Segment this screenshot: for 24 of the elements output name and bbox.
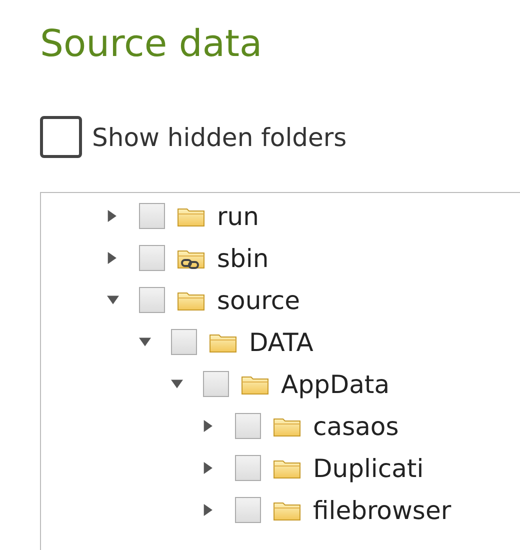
folder-name[interactable]: filebrowser: [313, 492, 452, 530]
folder-name[interactable]: run: [217, 198, 259, 236]
folder-name[interactable]: sbin: [217, 240, 269, 278]
checkbox[interactable]: [235, 413, 261, 440]
checkbox[interactable]: [40, 116, 82, 158]
expand-arrow-icon[interactable]: [203, 503, 215, 518]
checkbox[interactable]: [139, 203, 165, 230]
expand-arrow-icon[interactable]: [107, 251, 119, 266]
expand-arrow-icon[interactable]: [203, 461, 215, 476]
checkbox[interactable]: [171, 329, 197, 356]
folder-name[interactable]: source: [217, 282, 300, 320]
checkbox[interactable]: [203, 371, 229, 398]
checkbox[interactable]: [139, 287, 165, 314]
folder-name[interactable]: DATA: [249, 324, 314, 362]
folder-name[interactable]: casaos: [313, 408, 399, 446]
folder-name[interactable]: AppData: [281, 366, 390, 404]
page-title: Source data: [40, 22, 264, 66]
checkbox[interactable]: [235, 455, 261, 482]
expand-arrow-icon[interactable]: [107, 209, 119, 224]
expand-arrow-icon[interactable]: [203, 419, 215, 434]
checkbox-label: Show hidden folders: [92, 122, 347, 154]
checkbox[interactable]: [139, 245, 165, 272]
checkbox[interactable]: [235, 497, 261, 524]
folder-name[interactable]: Duplicati: [313, 450, 424, 488]
